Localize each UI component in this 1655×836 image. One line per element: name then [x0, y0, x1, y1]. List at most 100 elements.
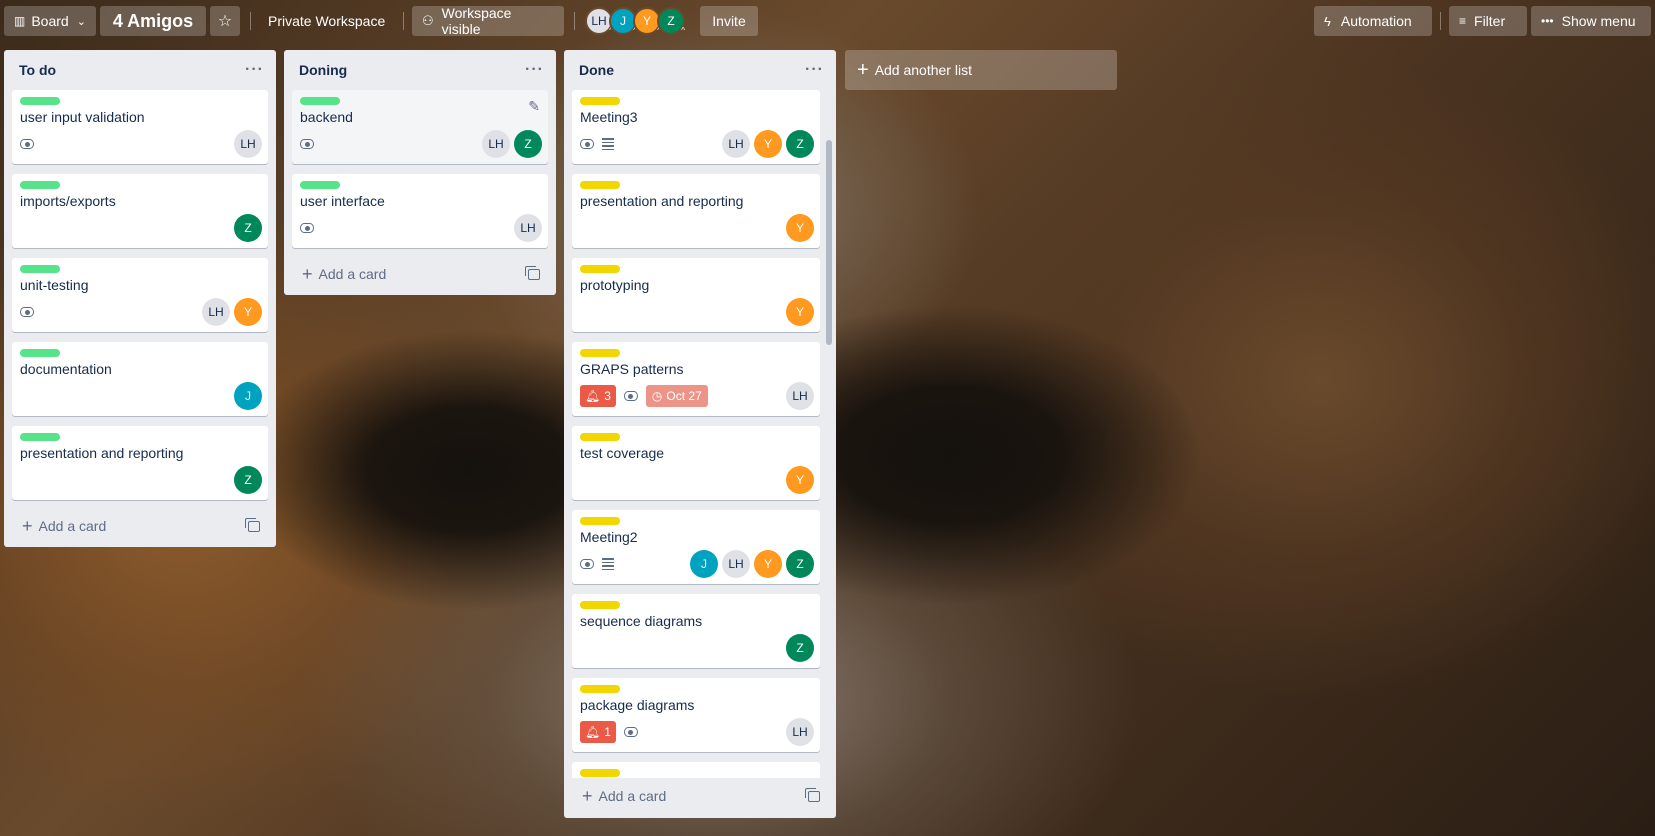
avatar[interactable]: Z: [786, 550, 814, 578]
list-card[interactable]: GRAPS patterns 🔔︎ 3 ◷ Oct 27 LH: [572, 342, 820, 416]
card-label[interactable]: [580, 265, 620, 273]
list-card[interactable]: imports/exports Z: [12, 174, 268, 248]
watch-icon: [20, 307, 34, 317]
visibility-button[interactable]: ⚇ Workspace visible: [412, 5, 564, 37]
card-badges: [580, 554, 614, 574]
list-card[interactable]: package diagrams 🔔︎ 1 LH: [572, 678, 820, 752]
bell-icon: 🔔︎: [585, 389, 601, 403]
pencil-icon[interactable]: ✎: [528, 98, 540, 115]
list-title[interactable]: Doning: [299, 62, 347, 78]
avatar[interactable]: Z: [786, 634, 814, 662]
avatar[interactable]: LH: [514, 214, 542, 242]
card-label[interactable]: [580, 769, 620, 777]
visibility-label: Workspace visible: [441, 5, 512, 37]
template-icon[interactable]: [525, 265, 540, 280]
card-label[interactable]: [580, 181, 620, 189]
avatar[interactable]: LH: [202, 298, 230, 326]
due-date-badge[interactable]: ◷ Oct 27: [645, 385, 708, 407]
card-title: unit-testing: [20, 277, 89, 293]
add-card-label: Add a card: [318, 266, 387, 282]
avatar[interactable]: LH: [786, 718, 814, 746]
card-label[interactable]: [20, 97, 60, 105]
avatar[interactable]: LH: [722, 550, 750, 578]
avatar[interactable]: J: [234, 382, 262, 410]
list-header: To do ···: [4, 50, 276, 90]
card-label[interactable]: [20, 265, 60, 273]
list-card[interactable]: documentation J: [12, 342, 268, 416]
card-label[interactable]: [20, 349, 60, 357]
board-title[interactable]: 4 Amigos: [100, 6, 206, 36]
list-card[interactable]: presentation and reporting Y: [572, 174, 820, 248]
list-done: Done ··· Meeting3 LH Y Z presentation an…: [564, 50, 836, 818]
avatar[interactable]: LH: [722, 130, 750, 158]
avatar[interactable]: LH: [786, 382, 814, 410]
avatar[interactable]: Z: [786, 130, 814, 158]
card-badges: 🔔︎ 3 ◷ Oct 27: [580, 385, 708, 407]
plus-icon: +: [857, 58, 869, 81]
more-icon[interactable]: ···: [525, 61, 544, 79]
card-label[interactable]: [580, 601, 620, 609]
workspace-button[interactable]: Private Workspace: [258, 6, 398, 36]
card-label[interactable]: [580, 97, 620, 105]
more-icon[interactable]: ···: [245, 61, 264, 79]
card-label[interactable]: [580, 685, 620, 693]
avatar[interactable]: Y: [754, 130, 782, 158]
list-todo: To do ··· user input validation LH impor…: [4, 50, 276, 547]
card-label[interactable]: [580, 433, 620, 441]
template-icon[interactable]: [805, 787, 820, 802]
card-label[interactable]: [20, 433, 60, 441]
filter-label: Filter: [1474, 13, 1506, 29]
card-label[interactable]: [580, 517, 620, 525]
list-card[interactable]: Meeting2 J LH Y Z: [572, 510, 820, 584]
list-card[interactable]: sequence diagrams Z: [572, 594, 820, 668]
list-card[interactable]: [572, 762, 820, 778]
board-members: LH ^ J ^ Y ^ Z ^: [585, 7, 685, 35]
avatar[interactable]: Y: [754, 550, 782, 578]
add-card-button[interactable]: + Add a card: [292, 258, 548, 290]
plus-icon: +: [22, 515, 33, 536]
card-label[interactable]: [580, 349, 620, 357]
avatar[interactable]: Z: [514, 130, 542, 158]
card-label[interactable]: [20, 181, 60, 189]
avatar[interactable]: J: [690, 550, 718, 578]
avatar[interactable]: Z: [234, 466, 262, 494]
show-menu-button[interactable]: ••• Show menu: [1531, 6, 1651, 36]
avatar[interactable]: LH: [234, 130, 262, 158]
avatar[interactable]: Y: [234, 298, 262, 326]
add-list-button[interactable]: + Add another list: [845, 50, 1117, 90]
invite-button[interactable]: Invite: [700, 6, 758, 36]
card-label[interactable]: [300, 181, 340, 189]
card-title: backend: [300, 109, 353, 125]
card-badges: [300, 134, 314, 154]
avatar[interactable]: Y: [786, 214, 814, 242]
watch-icon: [20, 139, 34, 149]
list-card[interactable]: Meeting3 LH Y Z: [572, 90, 820, 164]
list-card[interactable]: user input validation LH: [12, 90, 268, 164]
list-card[interactable]: presentation and reporting Z: [12, 426, 268, 500]
avatar[interactable]: Z ^: [657, 7, 685, 35]
list-card[interactable]: unit-testing LH Y: [12, 258, 268, 332]
chevron-down-icon: ⌄: [76, 15, 86, 28]
card-title: imports/exports: [20, 193, 116, 209]
list-card[interactable]: prototyping Y: [572, 258, 820, 332]
add-card-button[interactable]: + Add a card: [12, 510, 268, 542]
filter-button[interactable]: ≡ Filter: [1449, 6, 1527, 36]
avatar[interactable]: Y: [786, 298, 814, 326]
star-button[interactable]: ☆: [210, 6, 240, 36]
automation-button[interactable]: ϟ Automation: [1314, 6, 1432, 36]
view-switcher[interactable]: ▥ Board ⌄: [4, 6, 96, 36]
filter-icon: ≡: [1459, 14, 1467, 28]
list-card[interactable]: user interface LH: [292, 174, 548, 248]
avatar[interactable]: LH: [482, 130, 510, 158]
avatar[interactable]: Z: [234, 214, 262, 242]
add-card-button[interactable]: + Add a card: [572, 780, 828, 812]
avatar[interactable]: Y: [786, 466, 814, 494]
scrollbar[interactable]: [826, 140, 832, 345]
watch-icon: [580, 139, 594, 149]
list-card[interactable]: test coverage Y: [572, 426, 820, 500]
template-icon[interactable]: [245, 517, 260, 532]
card-title: Meeting3: [580, 109, 638, 125]
list-title[interactable]: To do: [19, 62, 56, 78]
list-card[interactable]: backend ✎ LH Z: [292, 90, 548, 164]
card-label[interactable]: [300, 97, 340, 105]
